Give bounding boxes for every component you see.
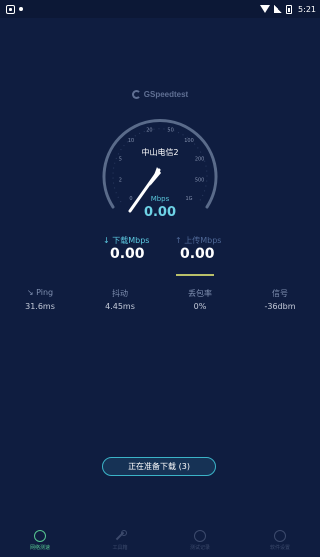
brand-name: GSpeedtest — [143, 90, 189, 99]
jitter-label: 抖动 — [112, 289, 128, 298]
gauge-unit: Mbps — [150, 195, 170, 203]
bottom-nav: 网络测速 工具箱 测试记录 软件设置 — [0, 527, 320, 557]
signal-label: 信号 — [272, 289, 288, 298]
notification-dot-icon — [19, 7, 23, 11]
speed-test-icon — [34, 530, 46, 542]
status-bar: 5:21 — [0, 0, 320, 18]
upload-underline — [176, 274, 214, 276]
gspeedtest-logo-icon — [131, 90, 141, 99]
signal-icon — [274, 5, 283, 13]
upload-label: ↑ 上传Mbps — [175, 236, 222, 245]
battery-icon — [286, 4, 293, 14]
nav-speed-test[interactable]: 网络测速 — [10, 530, 70, 551]
packet-loss-label: 丢包率 — [188, 289, 212, 298]
upload-arrow-icon: ↑ — [175, 236, 185, 245]
jitter-value: 4.45ms — [105, 302, 135, 311]
gauge-tick-label: 10 — [128, 138, 134, 144]
ping-value: 31.6ms — [25, 302, 55, 311]
wrench-icon — [114, 530, 127, 542]
gauge-tick-label: 2 — [119, 178, 122, 184]
wifi-icon — [260, 5, 271, 13]
ping-label: ↘ Ping — [26, 288, 54, 297]
gauge-tick-label: 50 — [167, 127, 173, 133]
gauge-speed-value: 0.00 — [143, 205, 177, 220]
download-arrow-icon: ↓ — [103, 236, 113, 245]
gauge-tick-label: 20 — [146, 127, 152, 133]
server-name[interactable]: 中山电信2 — [0, 147, 320, 158]
settings-icon — [274, 530, 286, 542]
preparing-download-button[interactable]: 正在准备下载 (3) — [102, 457, 216, 476]
gauge-tick-label: 100 — [184, 138, 194, 144]
upload-value: 0.00 — [180, 246, 215, 262]
gauge-tick-label: 500 — [195, 178, 205, 184]
download-label: ↓ 下载Mbps — [103, 236, 150, 245]
nav-settings[interactable]: 软件设置 — [250, 530, 310, 551]
clock-icon — [194, 530, 206, 542]
nav-test-records[interactable]: 测试记录 — [170, 530, 230, 551]
gauge-tick-labels: 0251020 501002005001G — [119, 127, 205, 202]
packet-loss-value: 0% — [193, 302, 207, 311]
status-time: 5:21 — [298, 4, 316, 14]
brand-logo: GSpeedtest — [0, 90, 320, 99]
signal-value: -36dbm — [264, 302, 296, 311]
download-value: 0.00 — [110, 246, 145, 262]
ping-arrow-icon: ↘ — [26, 288, 37, 297]
nav-toolbox[interactable]: 工具箱 — [90, 530, 150, 551]
app-notification-icon — [6, 4, 15, 14]
